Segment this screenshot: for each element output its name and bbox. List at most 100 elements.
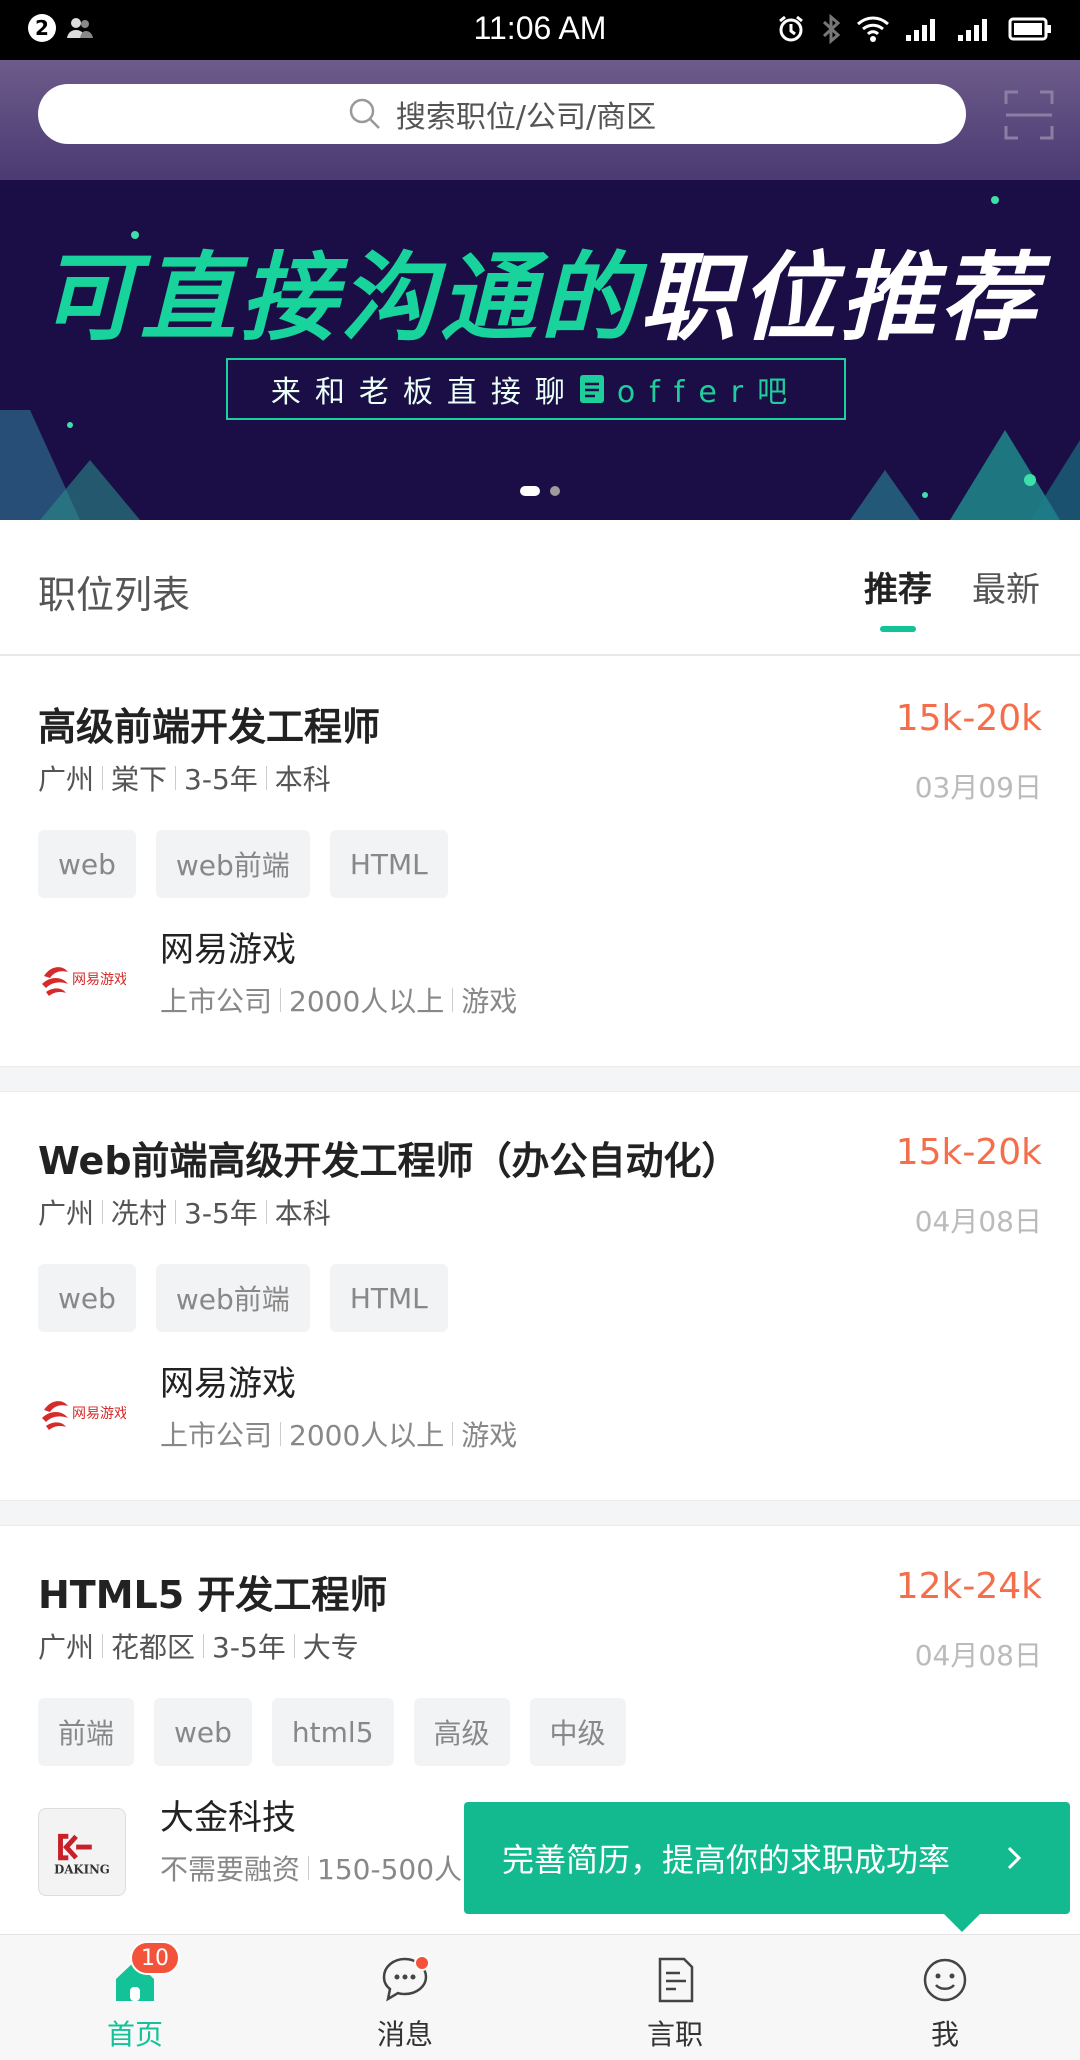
resume-tip-banner[interactable]: 完善简历，提高你的求职成功率 bbox=[464, 1802, 1070, 1932]
alarm-icon bbox=[779, 15, 803, 42]
carousel-dot-1[interactable] bbox=[520, 486, 540, 496]
tab-messages[interactable]: 消息 bbox=[270, 1935, 540, 2060]
card-divider bbox=[0, 1066, 1080, 1092]
tab-home-label: 首页 bbox=[106, 2018, 163, 2051]
job-tags: 前端 web html5 高级 中级 bbox=[38, 1698, 626, 1766]
search-icon bbox=[349, 98, 380, 129]
carousel-dot-2[interactable] bbox=[550, 486, 560, 496]
job-title: Web前端高级开发工程师（办公自动化） bbox=[38, 1139, 740, 1183]
job-tag: web bbox=[154, 1698, 252, 1766]
job-city: 广州 bbox=[38, 763, 95, 796]
carousel-indicators bbox=[0, 486, 1080, 496]
company-industry: 游戏 bbox=[461, 985, 518, 1018]
job-city: 广州 bbox=[38, 1631, 95, 1664]
job-tag: HTML bbox=[329, 1264, 448, 1332]
smiley-icon bbox=[923, 1958, 967, 2002]
job-list-title: 职位列表 bbox=[38, 573, 191, 617]
job-date: 04月08日 bbox=[914, 1205, 1042, 1238]
company-meta: 上市公司 2000人以上 游戏 bbox=[160, 1414, 517, 1454]
daking-logo-icon: DAKING bbox=[54, 1833, 110, 1877]
job-education: 本科 bbox=[274, 763, 331, 796]
messages-unread-dot bbox=[414, 1955, 430, 1971]
job-title: 高级前端开发工程师 bbox=[38, 705, 381, 749]
svg-text:DAKING: DAKING bbox=[54, 1863, 110, 1877]
banner-subtitle: 来和老板直接聊 offer吧 bbox=[226, 358, 846, 420]
svg-text:网易游戏: 网易游戏 bbox=[72, 1406, 126, 1422]
scan-icon[interactable] bbox=[1004, 90, 1054, 140]
job-experience: 3-5年 bbox=[184, 1197, 258, 1230]
tab-me[interactable]: 我 bbox=[810, 1935, 1080, 2060]
job-tag: 高级 bbox=[413, 1698, 510, 1766]
company-size: 2000人以上 bbox=[289, 985, 445, 1018]
company-logo: 网易游戏 bbox=[38, 940, 126, 1028]
job-tags: web web前端 HTML bbox=[38, 830, 448, 898]
job-tag: HTML bbox=[329, 830, 448, 898]
search-bar[interactable]: 搜索职位/公司/商区 bbox=[38, 84, 966, 144]
tab-me-label: 我 bbox=[930, 2018, 959, 2051]
svg-text:网易游戏: 网易游戏 bbox=[72, 972, 126, 988]
netease-logo-icon: 网易游戏 bbox=[42, 1401, 126, 1430]
job-tag: html5 bbox=[271, 1698, 394, 1766]
job-district: 冼村 bbox=[111, 1197, 168, 1230]
tab-latest[interactable]: 最新 bbox=[972, 562, 1040, 611]
status-right bbox=[776, 14, 1052, 44]
tab-home[interactable]: 首页 10 bbox=[0, 1935, 270, 2060]
tip-pointer bbox=[942, 1912, 982, 1932]
tab-messages-label: 消息 bbox=[376, 2018, 433, 2051]
top-header: 搜索职位/公司/商区 bbox=[0, 60, 1080, 180]
resume-tip-text: 完善简历，提高你的求职成功率 bbox=[502, 1841, 951, 1879]
job-tag: 中级 bbox=[529, 1698, 626, 1766]
banner-headline-green: 可直接沟通的 bbox=[40, 242, 640, 354]
search-placeholder: 搜索职位/公司/商区 bbox=[395, 100, 657, 135]
company-info: 网易游戏 网易游戏 上市公司 2000人以上 游戏 bbox=[38, 1354, 1038, 1464]
battery-icon bbox=[1008, 17, 1051, 41]
job-salary: 12k-24k bbox=[895, 1566, 1042, 1607]
chevron-right-icon bbox=[1007, 1846, 1022, 1870]
document-icon bbox=[579, 375, 604, 403]
company-stage: 上市公司 bbox=[160, 985, 273, 1018]
job-meta: 广州 花都区 3-5年 大专 bbox=[38, 1626, 359, 1666]
tab-recommend[interactable]: 推荐 bbox=[864, 562, 932, 611]
company-stage: 上市公司 bbox=[160, 1419, 273, 1452]
home-unread-badge: 10 bbox=[130, 1941, 180, 1975]
company-meta: 不需要融资 150-500人 bbox=[160, 1848, 462, 1888]
banner-subtitle-after: offer吧 bbox=[616, 375, 802, 410]
job-education: 大专 bbox=[302, 1631, 359, 1664]
promo-banner[interactable]: 可直接沟通的职位推荐 来和老板直接聊 offer吧 bbox=[0, 180, 1080, 520]
job-salary: 15k-20k bbox=[895, 1132, 1042, 1173]
job-salary: 15k-20k bbox=[895, 698, 1042, 739]
company-logo: 网易游戏 bbox=[38, 1374, 126, 1462]
signal-2-icon bbox=[958, 19, 987, 41]
netease-logo-icon: 网易游戏 bbox=[42, 967, 126, 996]
signal-1-icon bbox=[906, 19, 935, 41]
job-title: HTML5 开发工程师 bbox=[38, 1573, 388, 1617]
company-info: 网易游戏 网易游戏 上市公司 2000人以上 游戏 bbox=[38, 920, 1038, 1030]
job-list-header: 职位列表 推荐 最新 bbox=[0, 520, 1080, 656]
company-logo: DAKING bbox=[38, 1808, 126, 1896]
job-card[interactable]: Web前端高级开发工程师（办公自动化） 15k-20k 04月08日 广州 冼村… bbox=[0, 1092, 1080, 1500]
bottom-tab-bar: 首页 10 消息 言职 我 bbox=[0, 1934, 1080, 2060]
banner-subtitle-before: 来和老板直接聊 bbox=[270, 375, 579, 410]
company-meta: 上市公司 2000人以上 游戏 bbox=[160, 980, 517, 1020]
job-tag: web bbox=[38, 1264, 136, 1332]
job-tag: web bbox=[38, 830, 136, 898]
job-district: 棠下 bbox=[111, 763, 168, 796]
tab-jobs-label: 言职 bbox=[646, 2018, 703, 2051]
active-tab-indicator bbox=[880, 626, 916, 632]
company-stage: 不需要融资 bbox=[160, 1853, 301, 1886]
job-tag: web前端 bbox=[155, 830, 310, 898]
job-card[interactable]: 高级前端开发工程师 15k-20k 03月09日 广州 棠下 3-5年 本科 w… bbox=[0, 658, 1080, 1066]
company-name: 网易游戏 bbox=[160, 1364, 296, 1404]
job-experience: 3-5年 bbox=[212, 1631, 286, 1664]
job-date: 03月09日 bbox=[914, 771, 1042, 804]
job-tag: web前端 bbox=[155, 1264, 310, 1332]
job-date: 04月08日 bbox=[914, 1639, 1042, 1672]
company-size: 2000人以上 bbox=[289, 1419, 445, 1452]
bluetooth-icon bbox=[822, 14, 841, 44]
company-size: 150-500人 bbox=[317, 1853, 463, 1886]
tab-jobs[interactable]: 言职 bbox=[540, 1935, 810, 2060]
job-experience: 3-5年 bbox=[184, 763, 258, 796]
job-meta: 广州 冼村 3-5年 本科 bbox=[38, 1192, 331, 1232]
job-district: 花都区 bbox=[111, 1631, 196, 1664]
banner-headline: 可直接沟通的职位推荐 bbox=[0, 220, 1080, 359]
